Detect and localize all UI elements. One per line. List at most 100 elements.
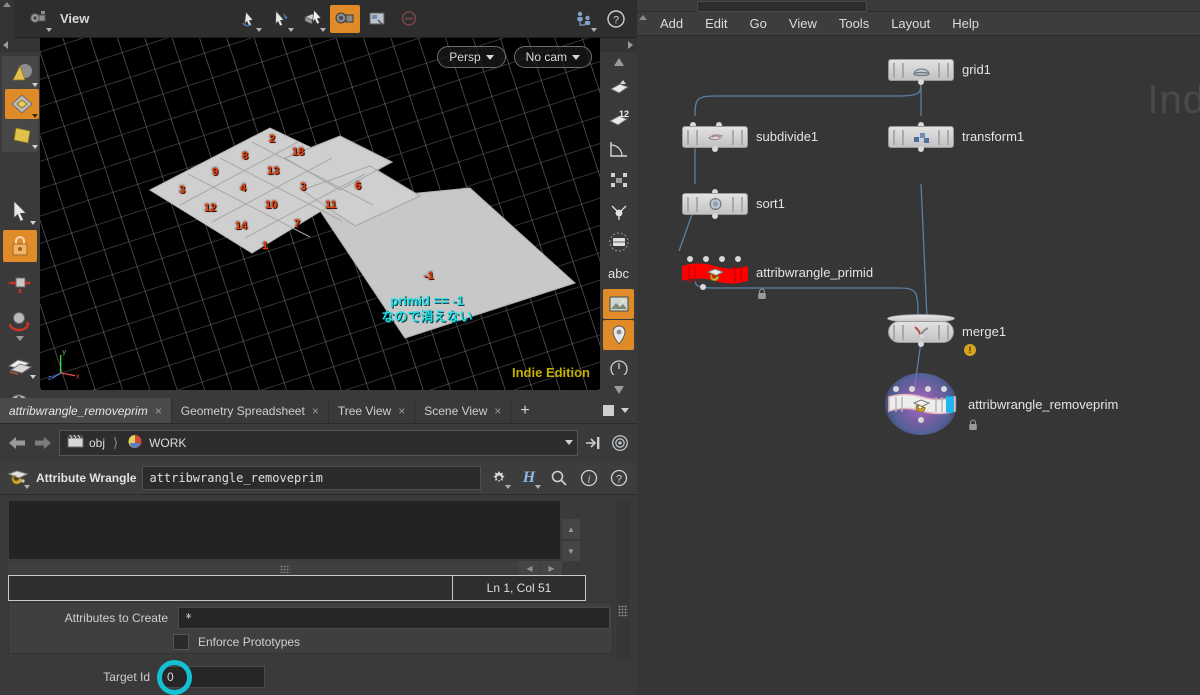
circle-minus-icon[interactable] bbox=[394, 5, 424, 33]
view-menu-icon[interactable] bbox=[24, 5, 54, 33]
scroll-down-icon[interactable] bbox=[603, 382, 634, 398]
close-icon[interactable]: × bbox=[398, 404, 405, 418]
arrow-box-icon[interactable] bbox=[298, 5, 328, 33]
tab-geometry-spreadsheet[interactable]: Geometry Spreadsheet × bbox=[172, 398, 329, 423]
chevron-down-icon bbox=[572, 54, 580, 60]
menu-edit[interactable]: Edit bbox=[694, 12, 738, 36]
gear-icon[interactable] bbox=[487, 466, 511, 490]
output-connector[interactable] bbox=[918, 417, 924, 423]
select-arrow-icon[interactable] bbox=[3, 196, 37, 226]
scrollbar-grip-icon[interactable] bbox=[618, 605, 628, 617]
output-connector[interactable] bbox=[918, 146, 924, 152]
target-icon[interactable] bbox=[610, 433, 630, 453]
maximize-pane-icon[interactable] bbox=[603, 405, 614, 416]
menu-go[interactable]: Go bbox=[739, 12, 778, 36]
breadcrumb-obj[interactable]: obj bbox=[64, 434, 108, 451]
param-label: Enforce Prototypes bbox=[198, 635, 301, 649]
node-body[interactable] bbox=[888, 59, 954, 81]
help-icon[interactable]: ? bbox=[607, 466, 631, 490]
tab-attribwrangle-removeprim[interactable]: attribwrangle_removeprim × bbox=[0, 398, 172, 423]
people-display-icon[interactable] bbox=[569, 5, 599, 33]
scene-viewport[interactable]: 2 18 8 9 13 3 4 3 6 12 10 11 14 7 1 -1 p… bbox=[40, 38, 600, 390]
output-connector[interactable] bbox=[918, 341, 924, 347]
curve-display-icon[interactable] bbox=[603, 351, 634, 381]
projection-dropdown[interactable]: Persp bbox=[437, 46, 506, 68]
shading-mode-icon[interactable] bbox=[5, 89, 39, 119]
close-icon[interactable]: × bbox=[155, 404, 162, 418]
path-dropdown-icon[interactable] bbox=[565, 440, 573, 445]
network-top-field[interactable] bbox=[697, 1, 867, 12]
code-editor-vscrollbar[interactable]: ▲ ▼ bbox=[561, 500, 583, 562]
houdini-h-icon[interactable]: H bbox=[517, 466, 541, 490]
scroll-up-icon[interactable] bbox=[603, 53, 634, 71]
marker-pin-icon[interactable] bbox=[603, 320, 634, 350]
wireframe-mode-icon[interactable] bbox=[5, 120, 39, 150]
output-connector[interactable] bbox=[712, 146, 718, 152]
menu-view[interactable]: View bbox=[778, 12, 828, 36]
menu-help[interactable]: Help bbox=[941, 12, 990, 36]
path-input[interactable]: obj ⟩ WORK bbox=[59, 429, 578, 456]
back-arrow-icon[interactable] bbox=[7, 433, 27, 453]
node-body[interactable] bbox=[682, 193, 748, 215]
pin-icon[interactable] bbox=[584, 433, 604, 453]
geometry-node-icon bbox=[126, 434, 144, 452]
attributes-to-create-input[interactable]: * bbox=[178, 607, 610, 629]
output-connector[interactable] bbox=[918, 79, 924, 85]
handle-tool-icon[interactable] bbox=[3, 350, 37, 380]
move-tool-icon[interactable] bbox=[3, 268, 37, 298]
info-icon[interactable]: i bbox=[577, 466, 601, 490]
add-tab-button[interactable]: + bbox=[511, 398, 538, 423]
tab-tree-view[interactable]: Tree View × bbox=[329, 398, 416, 423]
node-body-error[interactable] bbox=[682, 262, 748, 286]
close-icon[interactable]: × bbox=[494, 404, 501, 418]
breadcrumb-work[interactable]: WORK bbox=[123, 434, 189, 452]
rotate-tool-icon[interactable] bbox=[3, 306, 37, 341]
node-name-input[interactable]: attribwrangle_removeprim bbox=[142, 466, 481, 490]
search-icon[interactable] bbox=[547, 466, 571, 490]
resize-grip-icon[interactable] bbox=[279, 565, 290, 573]
node-body[interactable] bbox=[888, 126, 954, 148]
camera-sel-icon[interactable] bbox=[330, 4, 361, 33]
display-primitives-icon[interactable] bbox=[603, 227, 634, 257]
viewport-toolbar-grip[interactable] bbox=[0, 0, 14, 38]
frame-selection-icon[interactable] bbox=[362, 5, 392, 33]
output-connector[interactable] bbox=[700, 284, 706, 290]
scroll-left-button[interactable]: ◀ bbox=[519, 561, 540, 576]
sort-icon bbox=[705, 196, 725, 212]
material-palette-icon[interactable] bbox=[5, 58, 39, 88]
text-display-icon[interactable]: abc bbox=[603, 258, 634, 288]
scroll-down-button[interactable]: ▼ bbox=[561, 540, 581, 562]
arrow-rotate-icon[interactable] bbox=[234, 5, 264, 33]
arrow-pick-icon[interactable] bbox=[266, 5, 296, 33]
normals-icon[interactable] bbox=[603, 196, 634, 226]
display-points-icon[interactable] bbox=[603, 72, 634, 102]
menu-layout[interactable]: Layout bbox=[880, 12, 941, 36]
point-numbers-icon[interactable]: 12 bbox=[603, 103, 634, 133]
image-display-icon[interactable] bbox=[603, 289, 634, 319]
node-body-selected[interactable] bbox=[888, 392, 956, 418]
vex-code-editor[interactable] bbox=[8, 500, 561, 560]
bounding-box-icon[interactable] bbox=[603, 165, 634, 195]
forward-arrow-icon[interactable] bbox=[33, 433, 53, 453]
view-menu[interactable]: View bbox=[24, 5, 89, 33]
network-menubar-grip[interactable] bbox=[637, 12, 649, 36]
menu-tools[interactable]: Tools bbox=[828, 12, 880, 36]
node-body[interactable] bbox=[888, 321, 954, 343]
tab-scene-view[interactable]: Scene View × bbox=[415, 398, 512, 423]
scroll-right-button[interactable]: ▶ bbox=[541, 561, 562, 576]
menu-add[interactable]: Add bbox=[649, 12, 694, 36]
measure-icon[interactable] bbox=[603, 134, 634, 164]
close-icon[interactable]: × bbox=[312, 404, 319, 418]
node-body[interactable] bbox=[682, 126, 748, 148]
left-toolbar-collapse[interactable] bbox=[0, 38, 40, 52]
warning-badge-icon[interactable]: ! bbox=[964, 344, 976, 356]
enforce-prototypes-checkbox[interactable] bbox=[173, 634, 189, 650]
right-toolbar-collapse[interactable] bbox=[600, 38, 637, 52]
network-canvas[interactable]: Ind grid1 subdivide1 transform1 sort1 at… bbox=[637, 36, 1200, 695]
scroll-up-button[interactable]: ▲ bbox=[561, 518, 581, 540]
output-connector[interactable] bbox=[712, 213, 718, 219]
camera-dropdown[interactable]: No cam bbox=[513, 46, 592, 68]
help-icon[interactable]: ? bbox=[601, 5, 631, 33]
pane-menu-icon[interactable] bbox=[621, 408, 629, 413]
secure-selection-icon[interactable] bbox=[3, 230, 37, 262]
